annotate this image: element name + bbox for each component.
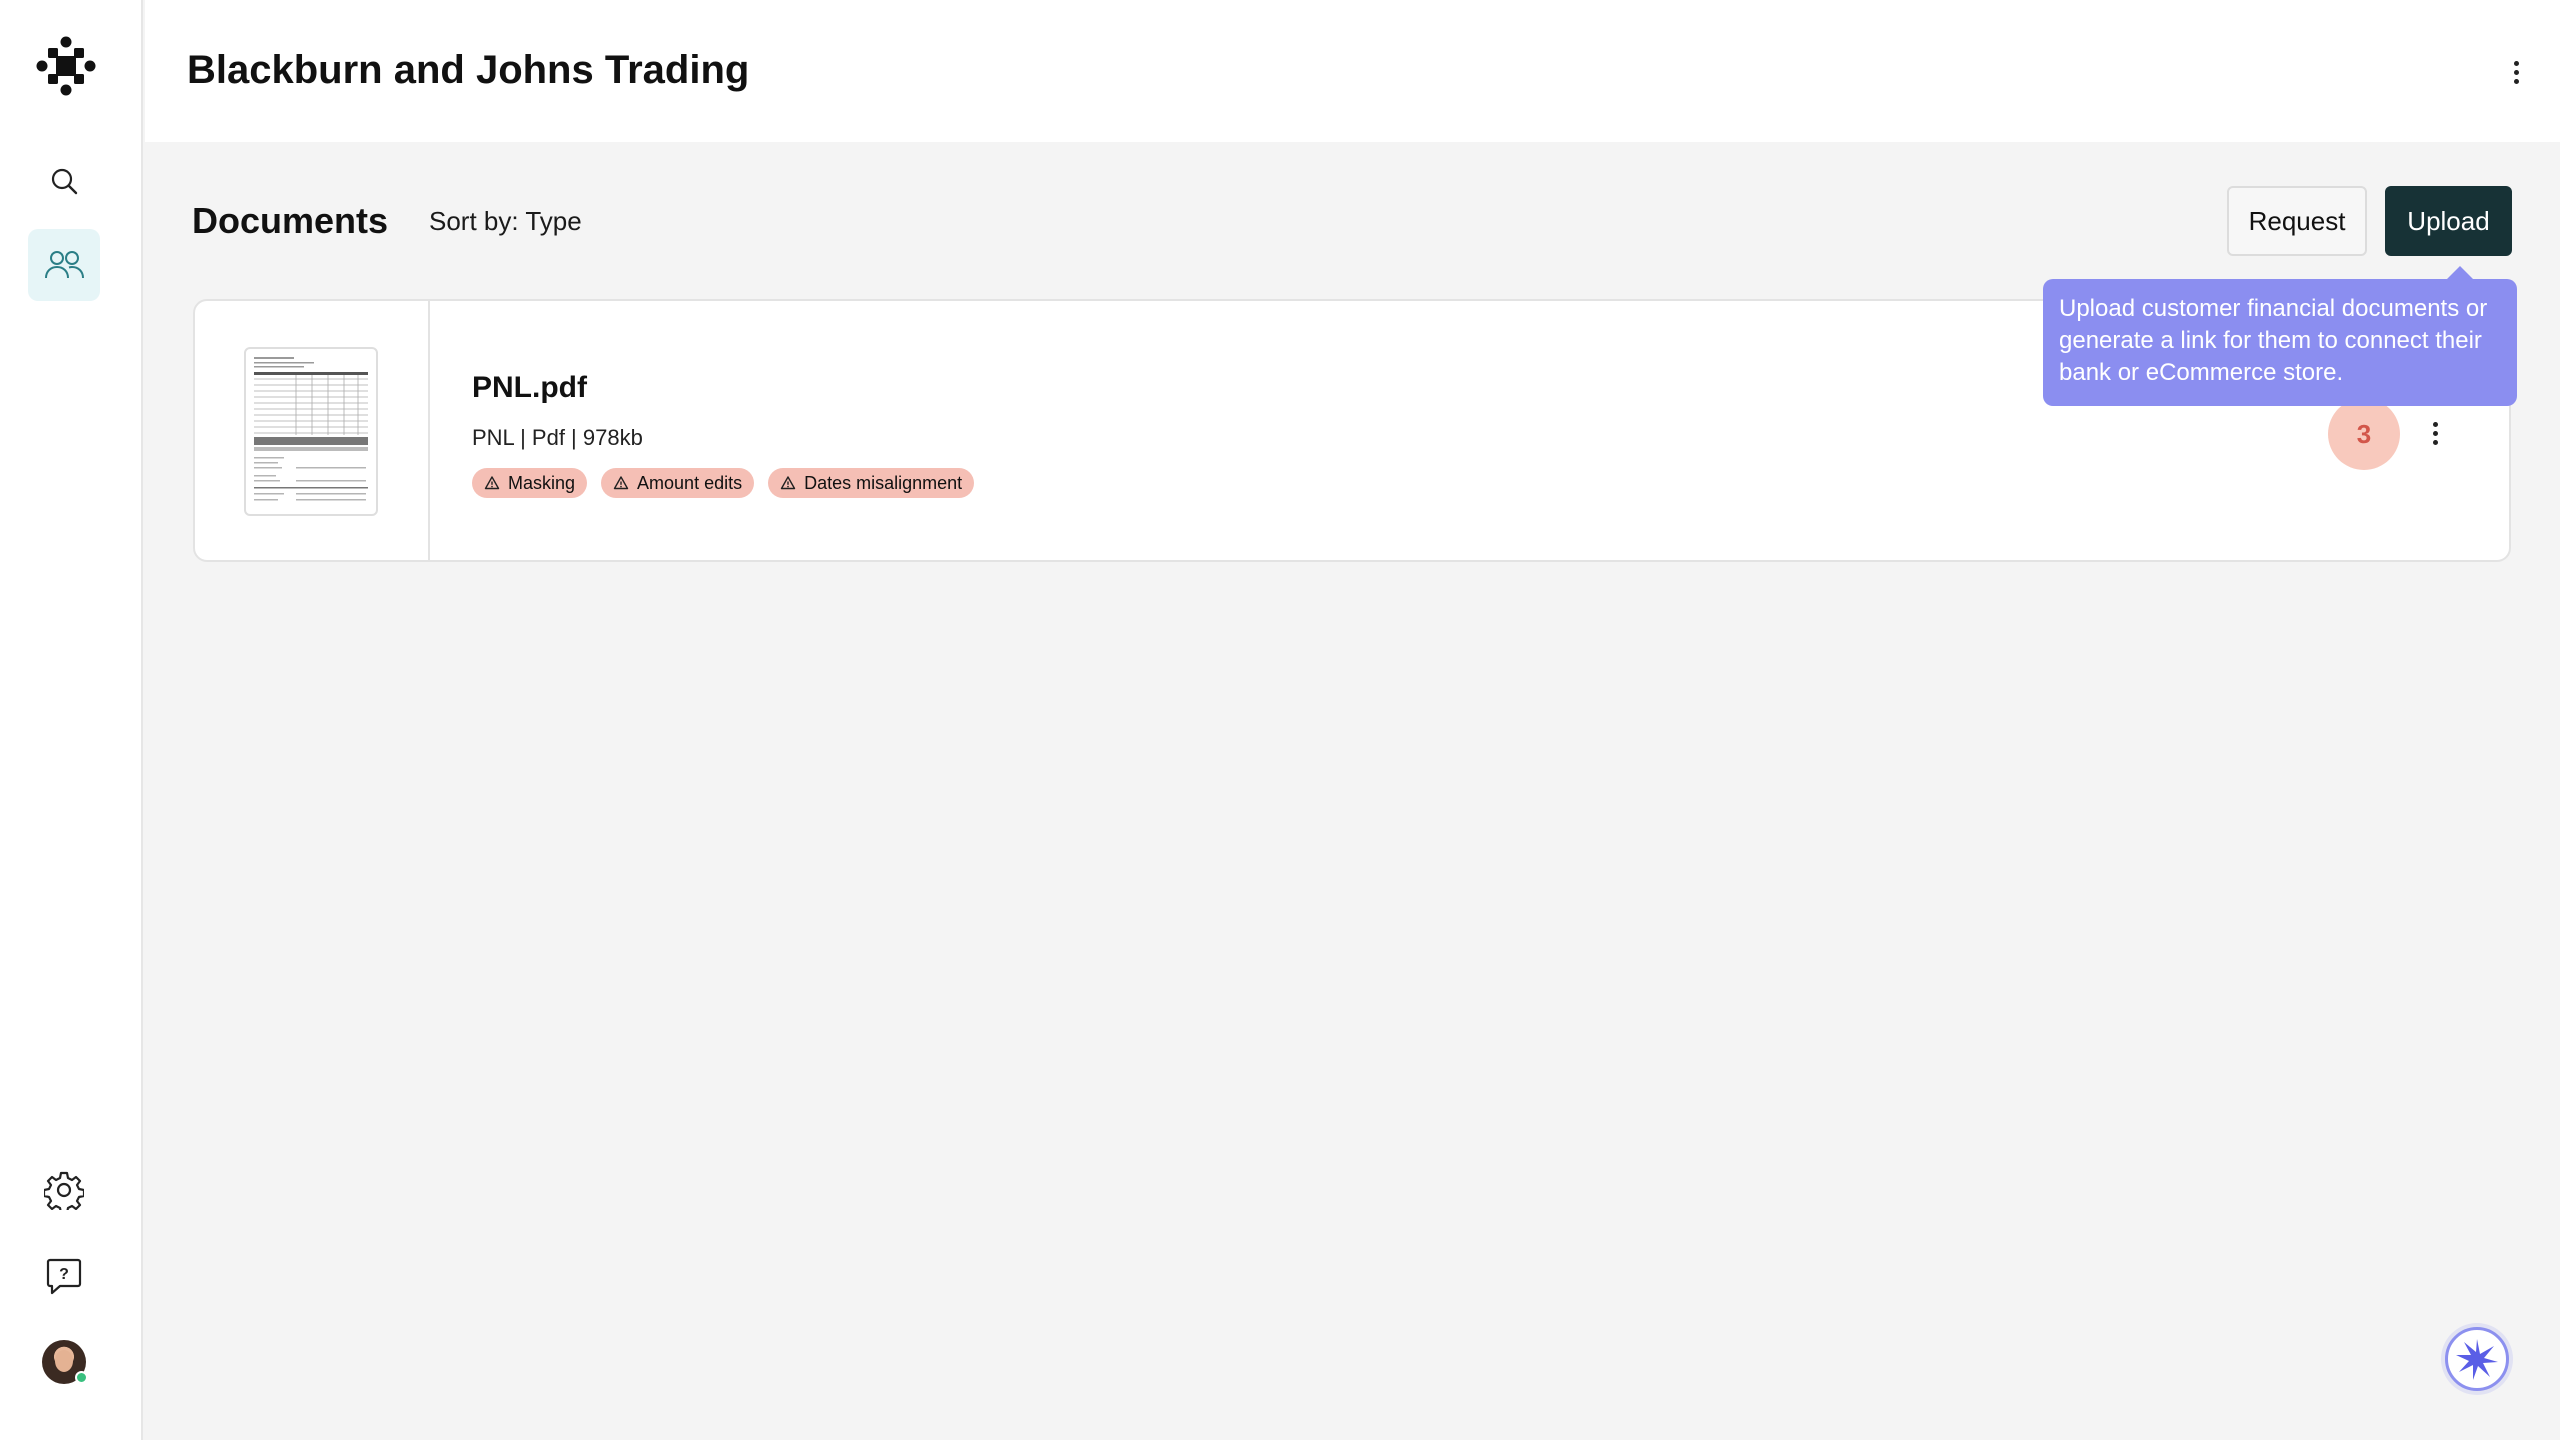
issue-tag-label: Dates misalignment xyxy=(804,472,963,493)
help-chat-icon: ? xyxy=(46,1258,82,1295)
assistant-launcher-button[interactable] xyxy=(2445,1327,2509,1391)
brand-logo-icon[interactable] xyxy=(36,36,108,108)
app-root: ? Blackburn and Johns Trading Documents … xyxy=(0,0,2560,1440)
issue-tag: Dates misalignment xyxy=(768,468,975,498)
svg-text:?: ? xyxy=(59,1266,69,1283)
upload-tooltip: Upload customer financial documents or g… xyxy=(2043,266,2517,406)
sort-by-dropdown[interactable]: Sort by: Type xyxy=(429,206,582,237)
sparkle-star-icon xyxy=(2456,1339,2498,1380)
issue-tag: Amount edits xyxy=(601,468,755,498)
issue-count-badge[interactable]: 3 xyxy=(2328,398,2400,470)
warning-icon xyxy=(484,476,500,490)
page-title: Blackburn and Johns Trading xyxy=(187,48,750,92)
online-status-dot xyxy=(75,1371,88,1384)
gear-icon xyxy=(44,1171,84,1210)
warning-icon xyxy=(613,476,629,490)
sidebar: ? xyxy=(0,0,143,1440)
avatar-face xyxy=(55,1350,73,1372)
users-icon xyxy=(45,251,84,279)
search-icon xyxy=(51,168,78,195)
documents-title: Documents xyxy=(192,200,389,241)
warning-icon xyxy=(780,476,796,490)
sidebar-item-help[interactable]: ? xyxy=(28,1240,100,1312)
sidebar-item-customers[interactable] xyxy=(28,229,100,301)
upload-button[interactable]: Upload xyxy=(2385,186,2512,256)
page-header: Blackburn and Johns Trading xyxy=(145,0,2560,142)
more-vertical-icon[interactable] xyxy=(2502,56,2530,88)
document-more-vertical-icon[interactable] xyxy=(2423,417,2447,449)
document-issue-tags: Masking Amount edits Dates misalignment xyxy=(472,468,975,498)
document-meta: PNL | Pdf | 978kb xyxy=(472,425,643,450)
document-preview-icon xyxy=(254,357,368,501)
document-name[interactable]: PNL.pdf xyxy=(472,371,587,405)
sidebar-item-settings[interactable] xyxy=(28,1154,100,1226)
issue-tag-label: Masking xyxy=(508,472,576,493)
document-thumbnail[interactable] xyxy=(244,347,378,516)
sidebar-item-search[interactable] xyxy=(28,145,100,217)
avatar[interactable] xyxy=(42,1340,88,1384)
issue-tag-label: Amount edits xyxy=(637,472,743,493)
document-thumbnail-cell xyxy=(195,301,430,560)
issue-tag: Masking xyxy=(472,468,588,498)
request-button[interactable]: Request xyxy=(2227,186,2367,256)
